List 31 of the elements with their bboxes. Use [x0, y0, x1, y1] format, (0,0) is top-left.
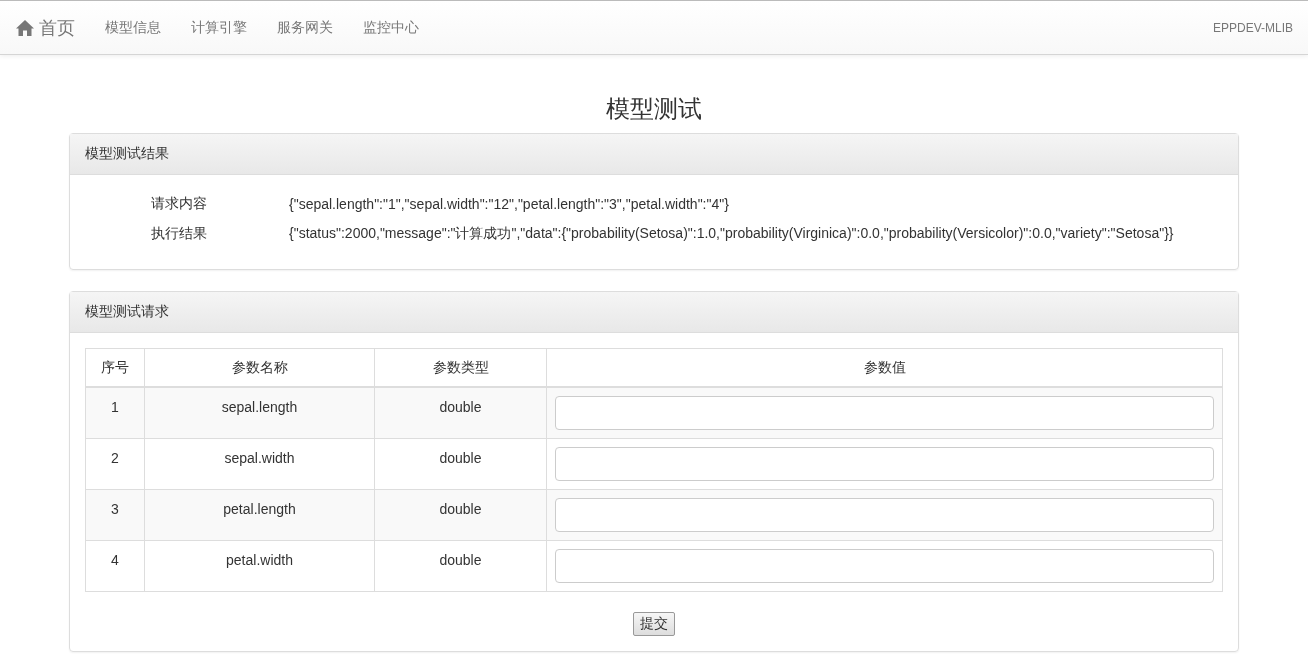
page-title: 模型测试 — [605, 94, 703, 124]
panel-title: 模型测试结果 — [85, 145, 169, 163]
table-cell: double — [374, 387, 547, 439]
user-name: EPPDEV-MLIB — [1212, 20, 1293, 35]
input-field[interactable] — [555, 447, 1214, 481]
result-label: 执行结果 — [150, 225, 208, 243]
nav-link[interactable]: 服务网关 — [277, 18, 333, 37]
table-cell: double — [374, 489, 547, 541]
table-cell: sepal.width — [144, 438, 375, 490]
result-label: 请求内容 — [150, 195, 208, 213]
input-field[interactable] — [555, 549, 1214, 583]
input-field[interactable] — [555, 498, 1214, 532]
table-cell: 4 — [85, 540, 145, 592]
home-icon — [15, 18, 35, 37]
table-cell: petal.width — [144, 540, 375, 592]
panel-title: 模型测试请求 — [85, 303, 169, 321]
table-cell: double — [374, 438, 547, 490]
input-field[interactable] — [555, 396, 1214, 430]
table-cell: 2 — [85, 438, 145, 490]
nav-link[interactable]: 模型信息 — [105, 18, 161, 37]
table-cell: petal.length — [144, 489, 375, 541]
table-cell: 3 — [85, 489, 145, 541]
result-value: {"sepal.length":"1","sepal.width":"12","petal.length":"3","petal.width":"4"} — [289, 196, 729, 212]
table-cell: double — [374, 540, 547, 592]
table-cell: 1 — [85, 387, 145, 439]
home-link[interactable]: 首页 — [15, 15, 75, 40]
table-cell: sepal.length — [144, 387, 375, 439]
result-value: {"status":2000,"message":"计算成功","data":{"probability(Setosa)":1.0,"probability(Virginica)":0.0,"probability(Versicolor)":0.0,"variety":"Setosa"}} — [289, 225, 1174, 243]
submit-button[interactable]: 提交 — [633, 612, 675, 636]
nav-link[interactable]: 计算引擎 — [191, 18, 247, 37]
nav-link[interactable]: 监控中心 — [363, 18, 419, 37]
